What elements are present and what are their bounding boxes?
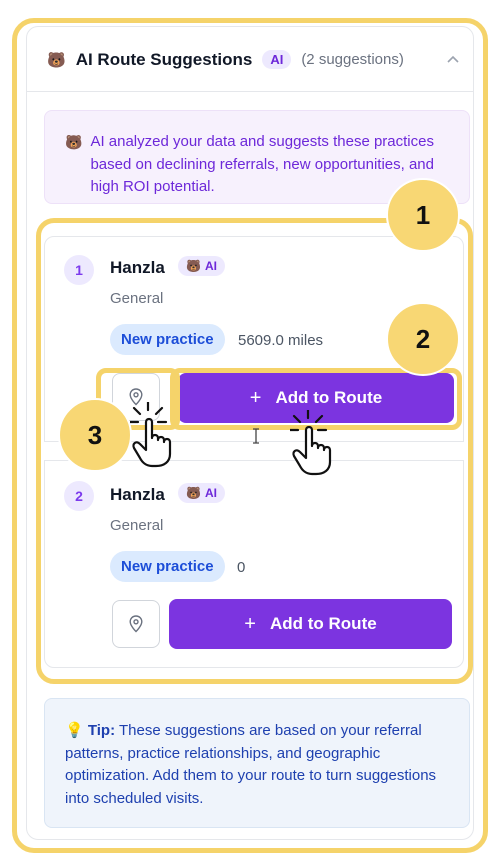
- step-badge-2: 2: [386, 302, 460, 376]
- ai-badge-label: AI: [204, 486, 217, 500]
- add-to-route-button[interactable]: + Add to Route: [169, 599, 452, 649]
- practice-name: Hanzla: [110, 258, 165, 277]
- ai-badge-label: AI: [204, 259, 217, 273]
- panel-title: AI Route Suggestions: [75, 49, 253, 69]
- lightbulb-icon: 💡: [65, 722, 84, 739]
- ai-badge: 🐻 AI: [178, 483, 225, 503]
- add-to-route-label: Add to Route: [269, 614, 377, 633]
- practice-category: General: [110, 290, 164, 307]
- suggestion-count: (2 suggestions): [301, 51, 404, 68]
- suggestion-index: 1: [64, 255, 94, 285]
- bear-face-icon: 🐻: [186, 486, 201, 500]
- distance-text: 0: [237, 559, 246, 576]
- hand-pointer-icon: [130, 402, 172, 468]
- suggestion-index: 2: [64, 481, 94, 511]
- tip-text: These suggestions are based on your refe…: [65, 722, 437, 807]
- bear-face-icon: 🐻: [47, 51, 66, 69]
- map-pin-icon: [129, 615, 143, 633]
- bear-face-icon: 🐻: [186, 259, 201, 273]
- ai-badge: AI: [262, 50, 292, 69]
- chevron-up-icon[interactable]: [447, 50, 459, 66]
- practice-category: General: [110, 517, 164, 534]
- bear-face-icon: 🐻: [65, 134, 83, 150]
- step-badge-3: 3: [58, 398, 132, 472]
- plus-icon: +: [244, 612, 256, 635]
- hand-pointer-icon: [290, 410, 332, 476]
- distance-text: 5609.0 miles: [238, 332, 324, 349]
- map-pin-button[interactable]: [112, 600, 160, 648]
- ai-badge: 🐻 AI: [178, 256, 225, 276]
- status-tag: New practice: [110, 324, 225, 355]
- tip-box: 💡 Tip: These suggestions are based on yo…: [44, 698, 470, 828]
- status-tag: New practice: [110, 551, 225, 582]
- tip-label: Tip:: [87, 722, 116, 739]
- practice-name: Hanzla: [110, 485, 165, 504]
- step-badge-1: 1: [386, 178, 460, 252]
- panel-header[interactable]: 🐻 AI Route Suggestions AI (2 suggestions…: [27, 28, 473, 92]
- text-cursor-icon: [253, 428, 259, 444]
